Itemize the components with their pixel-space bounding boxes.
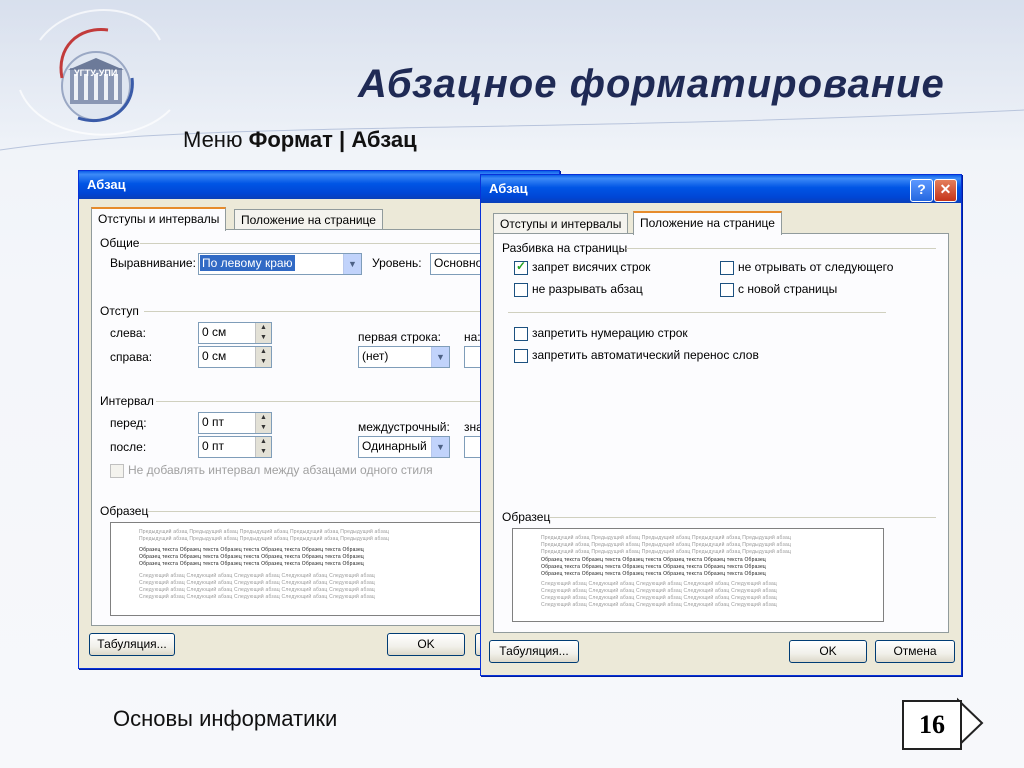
slide-footer: Основы информатики (113, 706, 338, 731)
slide-subtitle: Меню Формат | Абзац (183, 127, 417, 153)
cancel-button[interactable]: Отмена (875, 640, 955, 663)
right-indent-label: справа: (110, 350, 153, 364)
group-indent-label: Отступ (100, 304, 139, 318)
after-value: 0 пт (202, 439, 225, 453)
no-hyphenation-checkbox[interactable] (514, 349, 528, 363)
line-spacing-label: междустрочный: (358, 420, 450, 434)
chevron-down-icon[interactable]: ▼ (431, 347, 449, 367)
sample-preview: Предыдущий абзац Предыдущий абзац Предыд… (110, 522, 486, 616)
first-line-select[interactable]: (нет) ▼ (358, 346, 450, 368)
preview-next-line: Следующий абзац Следующий абзац Следующи… (139, 587, 375, 593)
page-number: 16 (902, 700, 962, 750)
page-break-before-checkbox[interactable] (720, 283, 734, 297)
chevron-down-icon[interactable]: ▼ (431, 437, 449, 457)
preview-next-line: Следующий абзац Следующий абзац Следующи… (541, 602, 777, 608)
keep-with-next-checkbox[interactable] (720, 261, 734, 275)
line-spacing-value: Одинарный (362, 439, 427, 453)
preview-sample-line: Образец текста Образец текста Образец те… (139, 547, 364, 553)
preview-sample-line: Образец текста Образец текста Образец те… (139, 554, 364, 560)
right-indent-spinner[interactable]: 0 см ▲ ▼ (198, 346, 272, 368)
spin-down-icon[interactable]: ▼ (256, 357, 271, 367)
keep-lines-together-checkbox[interactable] (514, 283, 528, 297)
tab-page-position[interactable]: Положение на странице (633, 211, 782, 235)
sample-preview: Предыдущий абзац Предыдущий абзац Предыд… (512, 528, 884, 622)
subtitle-menu-path: Формат | Абзац (248, 127, 417, 152)
keep-with-next-label: не отрывать от следующего (738, 260, 894, 274)
group-sample-label: Образец (502, 510, 551, 524)
suppress-line-numbers-label: запретить нумерацию строк (532, 326, 688, 340)
preview-prev-line: Предыдущий абзац Предыдущий абзац Предыд… (139, 536, 390, 542)
before-value: 0 пт (202, 415, 225, 429)
preview-next-line: Следующий абзац Следующий абзац Следующи… (541, 581, 777, 587)
group-sample-label: Образец (100, 504, 149, 518)
right-indent-value: 0 см (202, 349, 227, 363)
after-spinner[interactable]: 0 пт ▲ ▼ (198, 436, 272, 458)
first-line-label: первая строка: (358, 330, 441, 344)
preview-prev-line: Предыдущий абзац Предыдущий абзац Предыд… (139, 529, 390, 535)
preview-next-line: Следующий абзац Следующий абзац Следующи… (541, 595, 777, 601)
left-indent-value: 0 см (202, 325, 227, 339)
line-spacing-select[interactable]: Одинарный ▼ (358, 436, 450, 458)
after-label: после: (110, 440, 147, 454)
suppress-line-numbers-checkbox[interactable] (514, 327, 528, 341)
spin-up-icon[interactable]: ▲ (256, 347, 271, 357)
widow-control-checkbox[interactable]: ✓ (514, 259, 528, 275)
help-icon[interactable]: ? (910, 179, 933, 202)
preview-sample-line: Образец текста Образец текста Образец те… (541, 564, 766, 570)
spin-down-icon[interactable]: ▼ (256, 447, 271, 457)
preview-sample-line: Образец текста Образец текста Образец те… (541, 557, 766, 563)
ok-button[interactable]: OK (789, 640, 867, 663)
first-line-value: (нет) (362, 349, 389, 363)
tab-panel: Общие Выравнивание: По левому краю ▼ Уро… (91, 229, 547, 626)
alignment-value: По левому краю (200, 255, 295, 271)
alignment-select[interactable]: По левому краю ▼ (198, 253, 362, 275)
paragraph-dialog-page-position: Абзац ? ✕ Отступы и интервалы Положение … (480, 174, 962, 676)
tab-panel: Разбивка на страницы ✓ запрет висячих ст… (493, 233, 949, 633)
group-pagination-label: Разбивка на страницы (502, 241, 628, 255)
ok-button[interactable]: OK (387, 633, 465, 656)
close-icon[interactable]: ✕ (934, 179, 957, 202)
no-space-label: Не добавлять интервал между абзацами одн… (128, 463, 433, 477)
before-spinner[interactable]: 0 пт ▲ ▼ (198, 412, 272, 434)
keep-lines-together-label: не разрывать абзац (532, 282, 643, 296)
left-indent-spinner[interactable]: 0 см ▲ ▼ (198, 322, 272, 344)
dialog-titlebar[interactable]: Абзац (481, 175, 961, 203)
logo-text: УГТУ-УПИ (74, 68, 118, 78)
page-break-before-label: с новой страницы (738, 282, 838, 296)
preview-sample-line: Образец текста Образец текста Образец те… (139, 561, 364, 567)
university-logo: УГТУ-УПИ (18, 8, 148, 133)
spin-down-icon[interactable]: ▼ (256, 423, 271, 433)
before-label: перед: (110, 416, 147, 430)
preview-next-line: Следующий абзац Следующий абзац Следующи… (139, 594, 375, 600)
no-space-checkbox[interactable] (110, 464, 124, 478)
level-label: Уровень: (372, 256, 422, 270)
spin-up-icon[interactable]: ▲ (256, 323, 271, 333)
group-general-label: Общие (100, 236, 140, 250)
alignment-label: Выравнивание: (110, 256, 196, 270)
preview-next-line: Следующий абзац Следующий абзац Следующи… (139, 580, 375, 586)
subtitle-prefix: Меню (183, 127, 249, 152)
widow-control-label: запрет висячих строк (532, 260, 651, 274)
no-hyphenation-label: запретить автоматический перенос слов (532, 348, 759, 362)
preview-next-line: Следующий абзац Следующий абзац Следующи… (541, 588, 777, 594)
chevron-down-icon[interactable]: ▼ (343, 254, 361, 274)
left-indent-label: слева: (110, 326, 146, 340)
preview-prev-line: Предыдущий абзац Предыдущий абзац Предыд… (541, 549, 792, 555)
checkmark-icon: ✓ (516, 259, 527, 273)
group-interval-label: Интервал (100, 394, 154, 408)
preview-sample-line: Образец текста Образец текста Образец те… (541, 571, 766, 577)
preview-next-line: Следующий абзац Следующий абзац Следующи… (139, 573, 375, 579)
preview-prev-line: Предыдущий абзац Предыдущий абзац Предыд… (541, 542, 792, 548)
spin-down-icon[interactable]: ▼ (256, 333, 271, 343)
slide-title: Абзацное форматирование (358, 62, 945, 106)
preview-prev-line: Предыдущий абзац Предыдущий абзац Предыд… (541, 535, 792, 541)
spin-up-icon[interactable]: ▲ (256, 437, 271, 447)
on-label: на: (464, 330, 481, 344)
tab-page-position[interactable]: Положение на странице (234, 209, 383, 230)
tab-indents-intervals[interactable]: Отступы и интервалы (91, 207, 227, 231)
tabulation-button[interactable]: Табуляция... (89, 633, 175, 656)
tabulation-button[interactable]: Табуляция... (489, 640, 579, 663)
spin-up-icon[interactable]: ▲ (256, 413, 271, 423)
tab-indents-intervals[interactable]: Отступы и интервалы (493, 213, 629, 234)
